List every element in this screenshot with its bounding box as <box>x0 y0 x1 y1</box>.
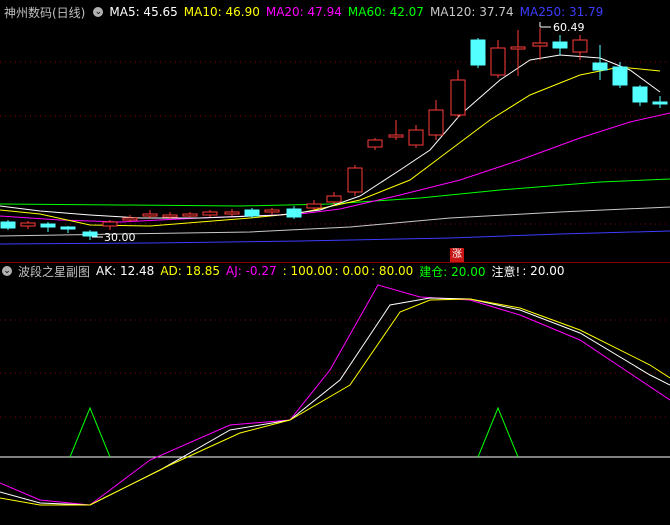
level-0-value: : 0.00 <box>334 264 370 278</box>
candle-body <box>592 62 608 71</box>
build-position-value: 建仓: 20.00 <box>419 264 486 279</box>
candle-body <box>470 39 486 66</box>
candle-body <box>286 208 302 218</box>
low-price-label: 30.00 <box>104 231 136 244</box>
candle-body <box>532 42 548 47</box>
candle-body <box>510 46 526 50</box>
candle-body <box>388 134 404 138</box>
ma120-value: MA120: 37.74 <box>429 5 514 19</box>
level-100-value: : 100.00 <box>282 264 333 278</box>
signal-triangle <box>69 406 111 458</box>
ma10-value: MA10: 46.90 <box>183 5 260 19</box>
high-price-label: 60.49 <box>553 21 585 34</box>
high-price-marker: 60.49 <box>539 21 585 34</box>
candle-body <box>572 39 588 53</box>
moving-average-lines <box>0 54 670 245</box>
stock-title[interactable]: 神州数码(日线) <box>4 4 85 21</box>
candle-body <box>102 221 118 227</box>
candle-body <box>162 214 178 218</box>
candle-body <box>20 222 36 227</box>
candle-body <box>142 213 158 217</box>
candle-body <box>224 211 240 215</box>
candle-body <box>632 86 648 103</box>
candle-body <box>450 79 466 116</box>
ad-line <box>0 298 670 506</box>
aj-value: AJ: -0.27 <box>225 264 277 278</box>
ma5-value: MA5: 45.65 <box>109 5 178 19</box>
ad-value: AD: 18.85 <box>160 264 220 278</box>
candle-body <box>612 66 628 86</box>
candle-body <box>182 213 198 217</box>
candle-body <box>408 129 424 146</box>
caution-value: : 20.00 <box>522 264 565 278</box>
candle-body <box>326 195 342 203</box>
sub-chart-header: ⌄ 波段之星副图 AK: 12.48 AD: 18.85 AJ: -0.27 :… <box>0 262 571 280</box>
level-80-value: : 80.00 <box>371 264 414 278</box>
candle-body <box>306 203 322 209</box>
grid-lines <box>0 61 670 458</box>
candle-body <box>40 223 56 228</box>
candlestick-series <box>0 28 668 240</box>
ma60-value: MA60: 42.07 <box>347 5 424 19</box>
low-price-marker: 30.00 <box>92 231 136 244</box>
candle-body <box>60 226 76 230</box>
ak-line <box>0 297 670 506</box>
candle-body <box>244 209 260 217</box>
candle-body <box>122 217 138 221</box>
candle-body <box>264 209 280 213</box>
ma-line <box>0 54 661 219</box>
candle-body <box>428 109 444 136</box>
main-chart-header: 神州数码(日线) ⌄ MA5: 45.65 MA10: 46.90 MA20: … <box>0 3 609 21</box>
candle-body <box>367 139 383 148</box>
candle-body <box>347 167 363 193</box>
ak-value: AK: 12.48 <box>96 264 155 278</box>
chevron-down-icon[interactable]: ⌄ <box>2 266 12 276</box>
candle-body <box>0 221 16 229</box>
indicator-title[interactable]: 波段之星副图 <box>18 263 90 280</box>
candle-body <box>652 101 668 105</box>
signal-triangle <box>477 406 519 458</box>
candle-body <box>82 231 98 237</box>
ma250-value: MA250: 31.79 <box>519 5 604 19</box>
rise-badge: 涨 <box>450 248 464 262</box>
chevron-down-icon[interactable]: ⌄ <box>93 7 104 17</box>
candle-body <box>202 211 218 216</box>
candle-body <box>552 41 568 49</box>
indicator-lines <box>0 284 670 506</box>
aj-line <box>0 284 670 506</box>
caution-label: 注意! <box>491 264 521 279</box>
ma20-value: MA20: 47.94 <box>265 5 342 19</box>
candle-body <box>490 47 506 76</box>
